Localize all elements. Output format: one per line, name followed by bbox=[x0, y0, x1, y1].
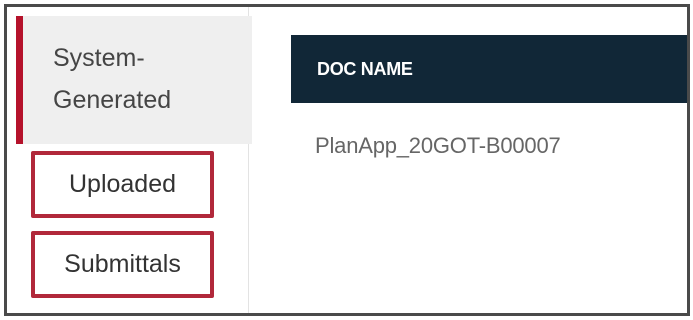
tab-system-generated-label: System- Generated bbox=[53, 37, 233, 121]
table-row[interactable]: PlanApp_20GOT-B00007 bbox=[315, 133, 561, 159]
tab-submittals-label: Submittals bbox=[64, 250, 181, 278]
tab-system-generated-label-line2: Generated bbox=[53, 86, 172, 114]
column-header-doc-name[interactable]: DOC NAME bbox=[291, 35, 687, 103]
documents-panel: System- Generated Uploaded Submittals DO… bbox=[4, 4, 690, 316]
tab-uploaded-label: Uploaded bbox=[68, 170, 177, 198]
active-tab-indicator bbox=[16, 16, 23, 144]
tab-system-generated-label-line1: System- bbox=[53, 44, 145, 72]
doc-name-cell[interactable]: PlanApp_20GOT-B00007 bbox=[315, 133, 561, 158]
tab-uploaded[interactable]: Uploaded bbox=[31, 151, 214, 218]
column-header-label: DOC NAME bbox=[317, 58, 413, 79]
document-category-sidebar: System- Generated Uploaded Submittals bbox=[7, 7, 252, 313]
documents-table: DOC NAME PlanApp_20GOT-B00007 bbox=[291, 35, 687, 295]
tab-submittals[interactable]: Submittals bbox=[31, 231, 214, 298]
